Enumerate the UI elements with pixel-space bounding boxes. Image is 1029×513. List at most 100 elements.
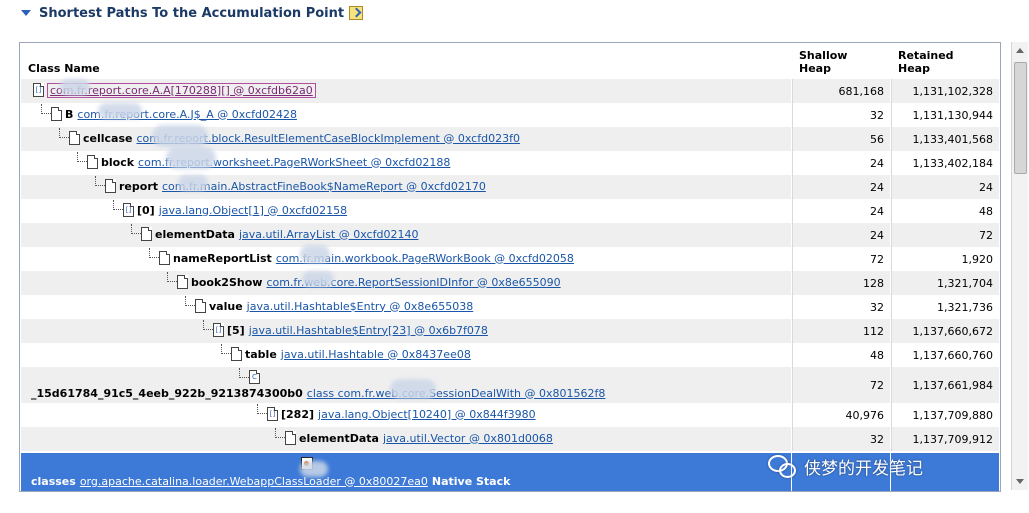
- table-row[interactable]: table java.util.Hashtable @ 0x8437ee08 4…: [20, 343, 1000, 367]
- shallow-heap-cell: 24: [792, 175, 890, 199]
- file-icon: [195, 299, 206, 313]
- file-icon: [177, 275, 188, 289]
- scroll-thumb[interactable]: [1014, 62, 1027, 174]
- field-name: classes: [31, 474, 76, 488]
- shallow-heap-cell: 32: [792, 103, 890, 127]
- class-cell: nameReportList com.fr.main.workbook.Page…: [21, 247, 791, 271]
- file-icon: [105, 179, 116, 193]
- class-link[interactable]: java.util.ArrayList @ 0xcfd02140: [239, 228, 419, 241]
- table-row[interactable]: [] [5] java.util.Hashtable$Entry[23] @ 0…: [20, 319, 1000, 343]
- class-link[interactable]: java.lang.Object[10240] @ 0x844f3980: [318, 408, 536, 421]
- column-header-retained-heap[interactable]: Retained Heap: [898, 43, 998, 81]
- table-row[interactable]: [] [0] java.lang.Object[1] @ 0xcfd02158 …: [20, 199, 1000, 223]
- table-row[interactable]: [] com.fr.report.core.A.A[170288][] @ 0x…: [20, 79, 1000, 103]
- scroll-up-arrow-icon[interactable]: [1016, 48, 1024, 53]
- vertical-scrollbar[interactable]: [1011, 42, 1028, 490]
- class-link[interactable]: class com.fr.web.core.SessionDealWith @ …: [307, 387, 606, 400]
- table-row[interactable]: report com.fr.main.AbstractFineBook$Name…: [20, 175, 1000, 199]
- table-row[interactable]: book2Show com.fr.web.core.ReportSessionI…: [20, 271, 1000, 295]
- retained-heap-cell: 1,133,402,184: [891, 151, 999, 175]
- table-row[interactable]: B com.fr.report.core.A.J$_A @ 0xcfd02428…: [20, 103, 1000, 127]
- shallow-heap-cell: 56: [792, 127, 890, 151]
- shallow-heap-cell: 24: [792, 223, 890, 247]
- array-file-icon: []: [123, 203, 134, 217]
- section-header[interactable]: Shortest Paths To the Accumulation Point: [0, 0, 1029, 26]
- column-header-class-name[interactable]: Class Name: [28, 43, 798, 81]
- file-icon: [159, 251, 170, 265]
- tree-connector: [149, 248, 159, 258]
- retained-heap-cell: 1,137,660,672: [891, 319, 999, 343]
- tree-connector: [239, 368, 249, 378]
- section-title: Shortest Paths To the Accumulation Point: [39, 5, 345, 21]
- tree-connector: [185, 296, 195, 306]
- table-row[interactable]: value java.util.Hashtable$Entry @ 0x8e65…: [20, 295, 1000, 319]
- class-link[interactable]: java.lang.Object[1] @ 0xcfd02158: [159, 204, 347, 217]
- table-row[interactable]: C _15d61784_91c5_4eeb_922b_9213874300b0 …: [20, 367, 1000, 403]
- retained-heap-cell: 1,321,736: [891, 295, 999, 319]
- file-icon: [69, 131, 80, 145]
- field-name: [5]: [227, 323, 245, 337]
- table-row[interactable]: elementData java.util.Vector @ 0x801d006…: [20, 427, 1000, 451]
- shallow-heap-cell: 48: [792, 343, 890, 367]
- table-row[interactable]: elementData java.util.ArrayList @ 0xcfd0…: [20, 223, 1000, 247]
- class-file-icon: C: [249, 370, 260, 384]
- file-icon: [87, 155, 98, 169]
- class-cell: [] [0] java.lang.Object[1] @ 0xcfd02158: [21, 199, 791, 223]
- class-cell: cellcase com.fr.report.block.ResultEleme…: [21, 127, 791, 151]
- class-cell: [] [5] java.util.Hashtable$Entry[23] @ 0…: [21, 319, 791, 343]
- class-link[interactable]: java.util.Hashtable @ 0x8437ee08: [281, 348, 471, 361]
- class-cell: elementData java.util.ArrayList @ 0xcfd0…: [21, 223, 791, 247]
- scroll-down-arrow-icon[interactable]: [1016, 479, 1024, 484]
- shallow-heap-cell: 72: [792, 367, 890, 403]
- class-link[interactable]: java.util.Hashtable$Entry @ 0x8e655038: [247, 300, 474, 313]
- paths-table: Class Name Shallow Heap Retained Heap [] c…: [19, 42, 1001, 492]
- shallow-heap-cell: 72: [792, 247, 890, 271]
- help-icon[interactable]: [349, 6, 364, 20]
- array-file-icon: []: [267, 407, 278, 421]
- shallow-heap-cell: 40,976: [792, 403, 890, 427]
- redaction-blob: [166, 147, 216, 169]
- redaction-blob: [390, 379, 436, 399]
- wechat-icon: [768, 455, 796, 478]
- retained-heap-cell: 72: [891, 223, 999, 247]
- retained-heap-cell: 24: [891, 175, 999, 199]
- shallow-heap-cell: 24: [792, 199, 890, 223]
- class-link[interactable]: java.util.Hashtable$Entry[23] @ 0x6b7f07…: [249, 324, 488, 337]
- class-link[interactable]: java.util.Vector @ 0x801d0068: [383, 432, 553, 445]
- watermark-text: 侠梦的开发笔记: [804, 458, 923, 479]
- class-link[interactable]: com.fr.main.AbstractFineBook$NameReport …: [162, 180, 486, 193]
- tree-connector: [221, 344, 231, 354]
- table-row[interactable]: nameReportList com.fr.main.workbook.Page…: [20, 247, 1000, 271]
- tree-connector: [203, 320, 213, 330]
- retained-heap-cell: 48: [891, 199, 999, 223]
- collapse-triangle-icon[interactable]: [21, 10, 31, 16]
- field-name: [0]: [137, 203, 155, 217]
- shallow-heap-cell: 681,168: [792, 79, 890, 103]
- column-header-shallow-heap[interactable]: Shallow Heap: [799, 43, 894, 81]
- field-name: cellcase: [83, 131, 133, 145]
- tree-connector: [113, 200, 123, 210]
- file-icon: [231, 347, 242, 361]
- retained-heap-cell: 1,133,401,568: [891, 127, 999, 151]
- tree-connector: [167, 272, 177, 282]
- native-stack-label: Native Stack: [431, 474, 511, 488]
- field-name: elementData: [299, 431, 379, 445]
- redaction-blob: [302, 271, 334, 287]
- table-row[interactable]: [] [282] java.lang.Object[10240] @ 0x844…: [20, 403, 1000, 427]
- retained-heap-cell: 1,137,709,880: [891, 403, 999, 427]
- shallow-heap-cell: 24: [792, 151, 890, 175]
- class-link[interactable]: org.apache.catalina.loader.WebappClassLo…: [80, 475, 428, 488]
- field-name: block: [101, 155, 135, 169]
- redaction-blob: [98, 103, 142, 119]
- tree-connector: [131, 224, 141, 234]
- tree-connector: [257, 404, 267, 414]
- class-cell: classes org.apache.catalina.loader.Webap…: [21, 453, 791, 491]
- array-file-icon: []: [213, 323, 224, 337]
- class-cell: report com.fr.main.AbstractFineBook$Name…: [21, 175, 791, 199]
- retained-heap-cell: 1,131,130,944: [891, 103, 999, 127]
- tree-connector: [275, 428, 285, 438]
- file-icon: [141, 227, 152, 241]
- tree-connector: [59, 128, 69, 138]
- retained-heap-cell: 1,920: [891, 247, 999, 271]
- field-name: value: [209, 299, 243, 313]
